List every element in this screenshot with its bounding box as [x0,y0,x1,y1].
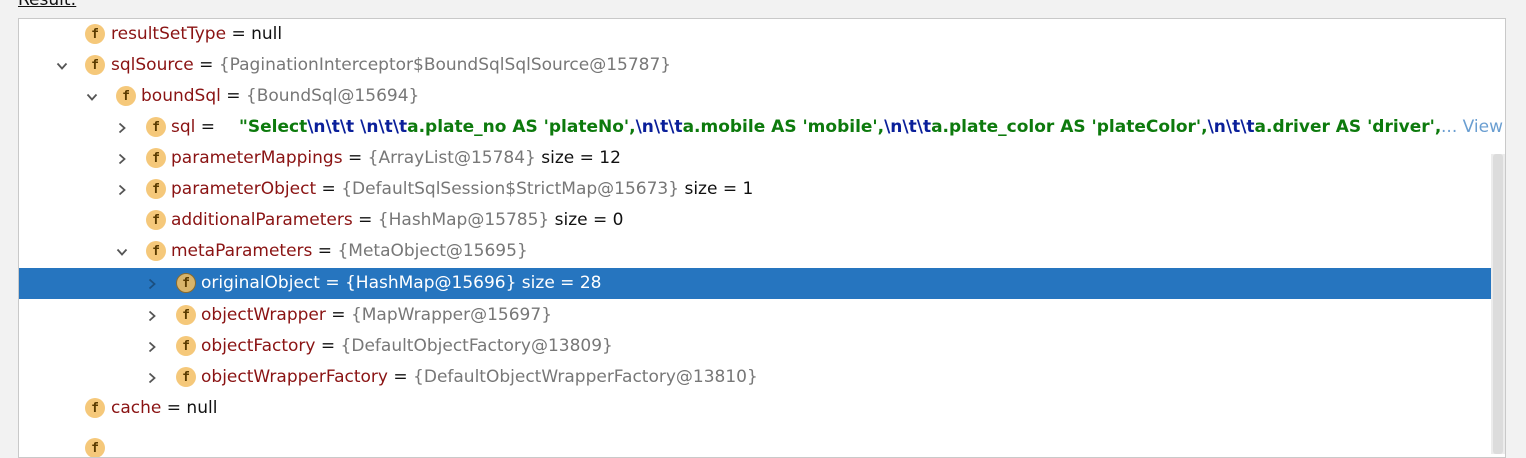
escape-sequence: \n\t\t [360,117,408,137]
variables-tree[interactable]: f resultSetType = null f sqlSource = {Pa… [18,18,1506,458]
chevron-right-icon[interactable] [114,174,130,205]
tree-row-partial[interactable]: f [19,424,1505,457]
tree-row-resultsettype[interactable]: f resultSetType = null [19,19,1505,50]
field-icon: f [85,438,105,457]
field-icon: f [146,117,166,137]
chevron-right-icon[interactable] [144,300,160,331]
escape-sequence: \n\t\t [884,117,932,137]
result-label: Result: [18,0,77,10]
field-value: {HashMap@15696} [344,273,517,293]
tree-row-objectwrapper[interactable]: f objectWrapper = {MapWrapper@15697} [19,300,1505,331]
field-icon: f [146,241,166,261]
tree-row-metaparameters[interactable]: f metaParameters = {MetaObject@15695} [19,236,1505,267]
field-name: resultSetType [111,24,227,44]
field-value: {PaginationInterceptor$BoundSqlSqlSource… [218,55,672,75]
tree-row-additionalparameters[interactable]: f additionalParameters = {HashMap@15785}… [19,205,1505,236]
chevron-right-icon[interactable] [144,362,160,393]
size-label: size = 28 [516,273,602,293]
field-value: {DefaultObjectFactory@13809} [340,336,613,356]
field-value: {ArrayList@15784} [367,148,536,168]
field-name: objectWrapperFactory [201,367,388,387]
field-value: {BoundSql@15694} [245,86,420,106]
field-icon: f [176,305,196,325]
chevron-right-icon[interactable] [114,112,130,143]
tree-row-parametermappings[interactable]: f parameterMappings = {ArrayList@15784} … [19,143,1505,174]
tree-row-originalobject[interactable]: f originalObject = {HashMap@15696} size … [19,268,1505,299]
tree-row-boundsql[interactable]: f boundSql = {BoundSql@15694} [19,81,1505,112]
equals-sign: = [312,241,338,261]
chevron-down-icon[interactable] [84,81,100,112]
field-icon: f [176,336,196,356]
field-name: additionalParameters [171,210,353,230]
string-segment: "Select [239,117,308,137]
equals-sign: = [352,210,378,230]
equals-sign: = [316,179,342,199]
field-name: boundSql [141,86,221,106]
field-icon: f [146,148,166,168]
equals-sign: = [325,305,351,325]
escape-sequence: \n\t\t [635,117,683,137]
field-icon: f [146,210,166,230]
chevron-down-icon[interactable] [114,236,130,267]
tree-row-objectfactory[interactable]: f objectFactory = {DefaultObjectFactory@… [19,331,1505,362]
field-name: originalObject [201,273,320,293]
escape-sequence: \n\t\t [307,117,355,137]
equals-sign: = [387,367,414,387]
sql-string-value: "Select\n\t\t \n\t\ta.plate_no AS 'plate… [239,112,1461,143]
field-value: {DefaultSqlSession$StrictMap@15673} [341,179,680,199]
equals-sign: = [193,55,219,75]
size-label: size = 0 [549,210,624,230]
field-value: {HashMap@15785} [377,210,550,230]
field-name: sql [171,117,196,137]
chevron-right-icon[interactable] [144,268,160,299]
equals-sign: = [220,86,246,106]
field-name: sqlSource [111,55,194,75]
field-icon: f [176,273,196,293]
field-icon: f [85,55,105,75]
escape-sequence: \n\t\t [1207,117,1255,137]
equals-sign: = [195,117,216,137]
field-name: objectFactory [201,336,316,356]
field-icon: f [85,24,105,44]
tree-row-cache[interactable]: f cache = null [19,393,1505,424]
equals-sign: = [342,148,368,168]
field-icon: f [176,367,196,387]
vertical-scrollbar-thumb[interactable] [1493,154,1503,454]
chevron-right-icon[interactable] [114,143,130,174]
field-value: {DefaultObjectWrapperFactory@13810} [413,367,758,387]
tree-row-sqlsource[interactable]: f sqlSource = {PaginationInterceptor$Bou… [19,50,1505,81]
size-label: size = 12 [535,148,621,168]
size-label: size = 1 [679,179,754,199]
field-value: null [186,398,218,418]
tree-row-sql[interactable]: f sql = "Select\n\t\t \n\t\ta.plate_no A… [19,112,1505,143]
string-segment: a.mobile AS 'mobile', [682,117,885,137]
view-link[interactable]: ... View [1441,112,1503,143]
field-name: parameterObject [171,179,317,199]
field-value: {MetaObject@15695} [337,241,528,261]
string-segment: a.plate_no AS 'plateNo', [407,117,636,137]
field-name: objectWrapper [201,305,326,325]
field-icon: f [116,86,136,106]
equals-sign: = [161,398,187,418]
chevron-right-icon[interactable] [144,331,160,362]
tree-row-objectwrapperfactory[interactable]: f objectWrapperFactory = {DefaultObjectW… [19,362,1505,393]
field-icon: f [146,179,166,199]
tree-row-parameterobject[interactable]: f parameterObject = {DefaultSqlSession$S… [19,174,1505,205]
string-segment: a.driver AS 'driver', [1254,117,1442,137]
field-name: parameterMappings [171,148,343,168]
chevron-down-icon[interactable] [54,50,70,81]
field-name: cache [111,398,162,418]
equals-sign: = [315,336,341,356]
field-value: null [251,24,283,44]
field-value: {MapWrapper@15697} [350,305,553,325]
string-segment: a.plate_color AS 'plateColor', [931,117,1208,137]
field-name: metaParameters [171,241,313,261]
equals-sign: = [319,273,345,293]
field-icon: f [85,398,105,418]
equals-sign: = [226,24,252,44]
